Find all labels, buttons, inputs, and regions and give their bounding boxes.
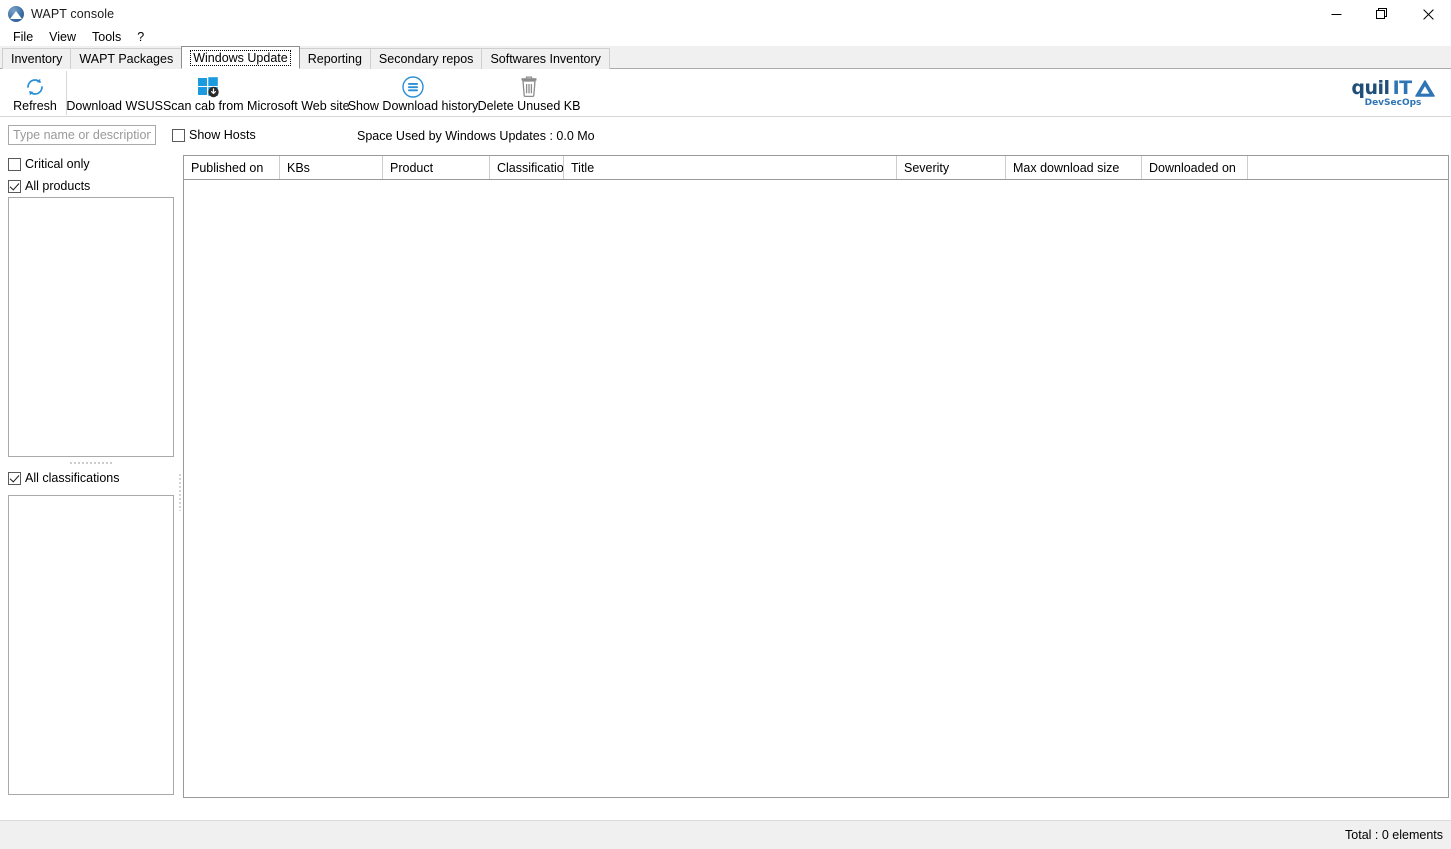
tab-strip: Inventory WAPT Packages Windows Update R… — [0, 46, 1451, 69]
status-bar: Total : 0 elements — [0, 820, 1451, 849]
tab-secondary-repos[interactable]: Secondary repos — [369, 48, 483, 69]
checkbox-box — [8, 157, 21, 171]
close-icon — [1422, 8, 1434, 20]
download-wsusscan-label: Download WSUSScan cab from Microsoft Web… — [66, 98, 350, 113]
maximize-button[interactable] — [1359, 0, 1405, 28]
tab-label: Windows Update — [190, 49, 291, 66]
delete-unused-kb-label: Delete Unused KB — [477, 98, 581, 113]
logo-secondary-text: IT — [1392, 76, 1413, 99]
checkbox-box — [172, 128, 185, 142]
space-used-label: Space Used by Windows Updates : 0.0 Mo — [357, 129, 595, 143]
search-input[interactable] — [8, 125, 156, 145]
panel-splitter-horizontal[interactable] — [8, 459, 174, 467]
checkbox-box — [8, 179, 21, 193]
windows-updates-grid: Published on KBs Product Classification … — [183, 155, 1449, 798]
tab-reporting[interactable]: Reporting — [298, 48, 371, 69]
window-title: WAPT console — [31, 7, 115, 21]
tab-label: Inventory — [11, 52, 63, 66]
column-header-kbs[interactable]: KBs — [280, 156, 383, 179]
column-header-product[interactable]: Product — [383, 156, 490, 179]
column-header-spacer[interactable] — [1248, 156, 1448, 179]
menu-view[interactable]: View — [42, 29, 83, 46]
menu-help[interactable]: ? — [130, 29, 151, 46]
history-list-icon — [401, 74, 425, 100]
grid-body[interactable] — [184, 180, 1448, 797]
minimize-button[interactable] — [1313, 0, 1359, 28]
refresh-icon — [23, 74, 47, 100]
delete-unused-kb-button[interactable]: Delete Unused KB — [477, 70, 581, 116]
menu-bar: File View Tools ? — [0, 28, 1451, 46]
wapt-globe-icon — [8, 6, 24, 22]
tab-label: Softwares Inventory — [490, 52, 601, 66]
column-header-downloaded-on[interactable]: Downloaded on — [1142, 156, 1248, 179]
title-bar: WAPT console — [0, 0, 1451, 28]
tab-softwares-inventory[interactable]: Softwares Inventory — [481, 48, 610, 69]
close-button[interactable] — [1405, 0, 1451, 28]
windows-download-icon — [195, 74, 221, 100]
column-header-published-on[interactable]: Published on — [184, 156, 280, 179]
column-header-title[interactable]: Title — [564, 156, 897, 179]
show-hosts-label: Show Hosts — [189, 128, 256, 142]
tab-wapt-packages[interactable]: WAPT Packages — [70, 48, 183, 69]
logo-tagline: DevSecOps — [1364, 97, 1422, 108]
tab-windows-update[interactable]: Windows Update — [181, 46, 300, 69]
all-classifications-checkbox[interactable]: All classifications — [8, 471, 119, 485]
menu-tools[interactable]: Tools — [85, 29, 128, 46]
critical-only-checkbox[interactable]: Critical only — [8, 157, 90, 171]
column-header-max-download-size[interactable]: Max download size — [1006, 156, 1142, 179]
all-products-label: All products — [25, 179, 91, 193]
quil-it-logo: quil IT DevSecOps — [1343, 74, 1443, 112]
tab-label: Secondary repos — [378, 52, 474, 66]
toolbar: Refresh Download WSUSScan cab from Micro… — [0, 69, 1451, 117]
download-wsusscan-button[interactable]: Download WSUSScan cab from Microsoft Web… — [66, 70, 350, 116]
logo-primary-text: quil — [1351, 76, 1390, 99]
trash-icon — [518, 74, 540, 100]
menu-file[interactable]: File — [6, 29, 40, 46]
checkbox-box — [8, 471, 21, 485]
splitter-grip-icon — [69, 462, 113, 464]
tab-label: WAPT Packages — [79, 52, 174, 66]
show-download-history-label: Show Download history — [347, 98, 479, 113]
minimize-icon — [1331, 13, 1341, 15]
all-classifications-label: All classifications — [25, 471, 120, 485]
column-header-classification[interactable]: Classification — [490, 156, 564, 179]
splitter-grip-icon — [179, 473, 181, 511]
show-hosts-checkbox[interactable]: Show Hosts — [172, 128, 256, 142]
column-header-severity[interactable]: Severity — [897, 156, 1006, 179]
grid-header-row: Published on KBs Product Classification … — [184, 156, 1448, 180]
critical-only-label: Critical only — [25, 157, 90, 171]
show-download-history-button[interactable]: Show Download history — [344, 70, 482, 116]
wapt-console-window: WAPT console File View Tools ? Inventory… — [0, 0, 1451, 849]
refresh-label: Refresh — [13, 98, 57, 113]
products-listbox[interactable] — [8, 197, 174, 457]
restore-icon — [1376, 8, 1387, 19]
filters-side-panel: Critical only All products All classific… — [0, 151, 176, 797]
all-products-checkbox[interactable]: All products — [8, 179, 90, 193]
refresh-button[interactable]: Refresh — [6, 70, 64, 116]
tab-inventory[interactable]: Inventory — [2, 48, 72, 69]
window-controls — [1313, 0, 1451, 28]
triangle-logo-icon — [1414, 79, 1435, 97]
total-elements-label: Total : 0 elements — [1345, 828, 1443, 842]
classifications-listbox[interactable] — [8, 495, 174, 795]
tab-label: Reporting — [307, 52, 362, 66]
